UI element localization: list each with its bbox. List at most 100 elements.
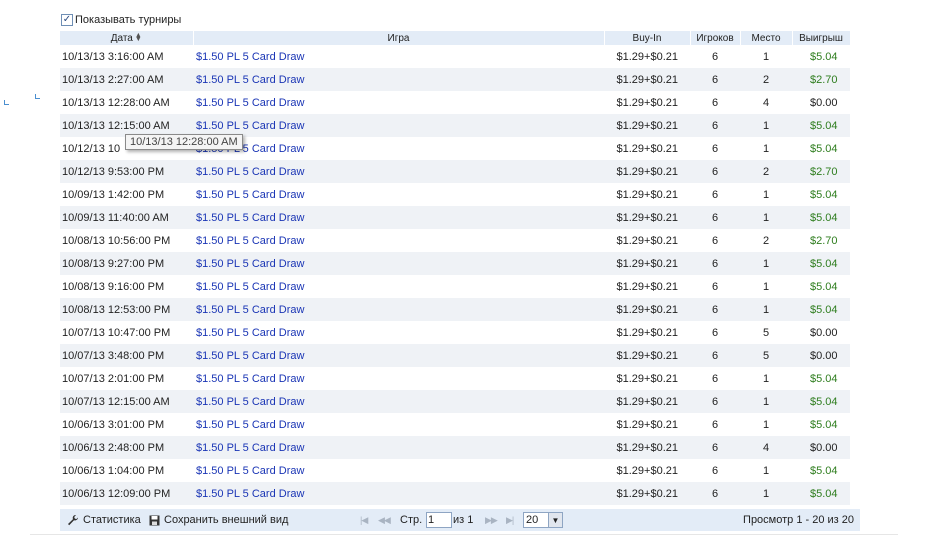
pager-bar: Статистика Сохранить внешний вид |◀ ◀◀ С… (60, 509, 860, 531)
table-row[interactable]: 10/07/13 3:48:00 PM $1.50 PL 5 Card Draw $… (60, 344, 860, 367)
cell-place: 2 (740, 229, 792, 252)
table-row[interactable]: 10/06/13 1:04:00 PM $1.50 PL 5 Card Draw $… (60, 459, 860, 482)
row-spacer (850, 482, 860, 505)
cell-players: 6 (690, 91, 740, 114)
prev-page-button[interactable]: ◀◀ (378, 509, 391, 531)
table-row[interactable]: 10/08/13 12:53:00 PM $1.50 PL 5 Card Draw… (60, 298, 860, 321)
col-header-players[interactable]: Игроков (690, 31, 741, 45)
cell-buyin: $1.29+$0.21 (604, 482, 690, 505)
cell-place: 5 (740, 321, 792, 344)
page-number-input[interactable]: 1 (426, 512, 452, 528)
cell-game-link[interactable]: $1.50 PL 5 Card Draw (193, 298, 604, 321)
col-header-place[interactable]: Место (740, 31, 793, 45)
table-row[interactable]: 10/06/13 12:09:00 PM $1.50 PL 5 Card Draw… (60, 482, 860, 505)
next-page-button[interactable]: ▶▶ (485, 509, 498, 531)
col-header-game[interactable]: Игра (193, 31, 605, 45)
cell-date: 10/06/13 3:01:00 PM (60, 413, 193, 436)
cell-buyin: $1.29+$0.21 (604, 298, 690, 321)
cell-game-link[interactable]: $1.50 PL 5 Card Draw (193, 367, 604, 390)
chevron-down-icon[interactable]: ▼ (548, 513, 562, 527)
cell-players: 6 (690, 206, 740, 229)
cell-game-link[interactable]: $1.50 PL 5 Card Draw (193, 436, 604, 459)
cell-win: $0.00 (792, 321, 850, 344)
cell-players: 6 (690, 321, 740, 344)
cell-game-link[interactable]: $1.50 PL 5 Card Draw (193, 206, 604, 229)
cell-place: 4 (740, 436, 792, 459)
cell-game-link[interactable]: $1.50 PL 5 Card Draw (193, 45, 604, 68)
table-row[interactable]: 10/09/13 11:40:00 AM $1.50 PL 5 Card Draw… (60, 206, 860, 229)
cell-game-link[interactable]: $1.50 PL 5 Card Draw (193, 183, 604, 206)
cell-date: 10/08/13 9:27:00 PM (60, 252, 193, 275)
cell-players: 6 (690, 229, 740, 252)
row-spacer (850, 183, 860, 206)
cell-players: 6 (690, 137, 740, 160)
cell-date: 10/13/13 3:16:00 AM (60, 45, 193, 68)
table-row[interactable]: 10/13/13 2:27:00 AM $1.50 PL 5 Card Draw $… (60, 68, 860, 91)
cell-win: $5.04 (792, 114, 850, 137)
last-page-button[interactable]: ▶| (506, 509, 514, 531)
row-spacer (850, 45, 860, 68)
cell-game-link[interactable]: $1.50 PL 5 Card Draw (193, 275, 604, 298)
show-tournaments-checkbox[interactable]: ✓ (61, 14, 73, 26)
cell-buyin: $1.29+$0.21 (604, 114, 690, 137)
table-row[interactable]: 10/09/13 1:42:00 PM $1.50 PL 5 Card Draw $… (60, 183, 860, 206)
col-header-win[interactable]: Выигрыш (792, 31, 851, 45)
cell-players: 6 (690, 114, 740, 137)
table-row[interactable]: 10/07/13 2:01:00 PM $1.50 PL 5 Card Draw $… (60, 367, 860, 390)
cell-game-link[interactable]: $1.50 PL 5 Card Draw (193, 252, 604, 275)
table-row[interactable]: 10/08/13 9:27:00 PM $1.50 PL 5 Card Draw $… (60, 252, 860, 275)
cell-game-link[interactable]: $1.50 PL 5 Card Draw (193, 344, 604, 367)
cell-win: $5.04 (792, 137, 850, 160)
cell-game-link[interactable]: $1.50 PL 5 Card Draw (193, 321, 604, 344)
cell-win: $5.04 (792, 206, 850, 229)
first-page-button[interactable]: |◀ (360, 509, 368, 531)
row-spacer (850, 459, 860, 482)
cell-game-link[interactable]: $1.50 PL 5 Card Draw (193, 390, 604, 413)
save-view-button[interactable]: Сохранить внешний вид (149, 509, 288, 531)
row-spacer (850, 367, 860, 390)
cell-buyin: $1.29+$0.21 (604, 459, 690, 482)
col-header-buyin[interactable]: Buy-In (604, 31, 691, 45)
cell-buyin: $1.29+$0.21 (604, 229, 690, 252)
cell-game-link[interactable]: $1.50 PL 5 Card Draw (193, 229, 604, 252)
table-row[interactable]: 10/13/13 12:28:00 AM $1.50 PL 5 Card Draw… (60, 91, 860, 114)
col-header-date[interactable]: Дата ▲ ▼ (60, 31, 194, 45)
cell-game-link[interactable]: $1.50 PL 5 Card Draw (193, 91, 604, 114)
page-size-select[interactable]: 20 ▼ (523, 512, 563, 528)
col-header-spacer (850, 31, 861, 45)
stats-button[interactable]: Статистика (67, 509, 141, 531)
cell-game-link[interactable]: $1.50 PL 5 Card Draw (193, 160, 604, 183)
cell-place: 1 (740, 183, 792, 206)
cell-date: 10/08/13 12:53:00 PM (60, 298, 193, 321)
row-spacer (850, 137, 860, 160)
table-row[interactable]: 10/08/13 9:16:00 PM $1.50 PL 5 Card Draw $… (60, 275, 860, 298)
table-row[interactable]: 10/07/13 12:15:00 AM $1.50 PL 5 Card Draw… (60, 390, 860, 413)
table-row[interactable]: 10/06/13 2:48:00 PM $1.50 PL 5 Card Draw $… (60, 436, 860, 459)
table-row[interactable]: 10/12/13 9:53:00 PM $1.50 PL 5 Card Draw $… (60, 160, 860, 183)
cell-game-link[interactable]: $1.50 PL 5 Card Draw (193, 137, 604, 160)
cell-buyin: $1.29+$0.21 (604, 91, 690, 114)
cell-place: 1 (740, 137, 792, 160)
page-size-value: 20 (526, 514, 539, 526)
cell-buyin: $1.29+$0.21 (604, 68, 690, 91)
cell-win: $5.04 (792, 252, 850, 275)
cell-place: 1 (740, 390, 792, 413)
cell-players: 6 (690, 275, 740, 298)
cell-players: 6 (690, 390, 740, 413)
table-row[interactable]: 10/13/13 3:16:00 AM $1.50 PL 5 Card Draw $… (60, 45, 860, 68)
cell-game-link[interactable]: $1.50 PL 5 Card Draw (193, 114, 604, 137)
cell-win: $2.70 (792, 68, 850, 91)
cell-game-link[interactable]: $1.50 PL 5 Card Draw (193, 459, 604, 482)
cell-game-link[interactable]: $1.50 PL 5 Card Draw (193, 482, 604, 505)
table-row[interactable]: 10/06/13 3:01:00 PM $1.50 PL 5 Card Draw $… (60, 413, 860, 436)
cell-game-link[interactable]: $1.50 PL 5 Card Draw (193, 413, 604, 436)
cell-date: 10/08/13 9:16:00 PM (60, 275, 193, 298)
cell-buyin: $1.29+$0.21 (604, 252, 690, 275)
table-row[interactable]: 10/07/13 10:47:00 PM $1.50 PL 5 Card Draw… (60, 321, 860, 344)
table-row[interactable]: 10/08/13 10:56:00 PM $1.50 PL 5 Card Draw… (60, 229, 860, 252)
cell-place: 1 (740, 114, 792, 137)
show-tournaments-toggle[interactable]: ✓ Показывать турниры (61, 14, 181, 26)
row-spacer (850, 229, 860, 252)
cell-win: $5.04 (792, 367, 850, 390)
cell-game-link[interactable]: $1.50 PL 5 Card Draw (193, 68, 604, 91)
